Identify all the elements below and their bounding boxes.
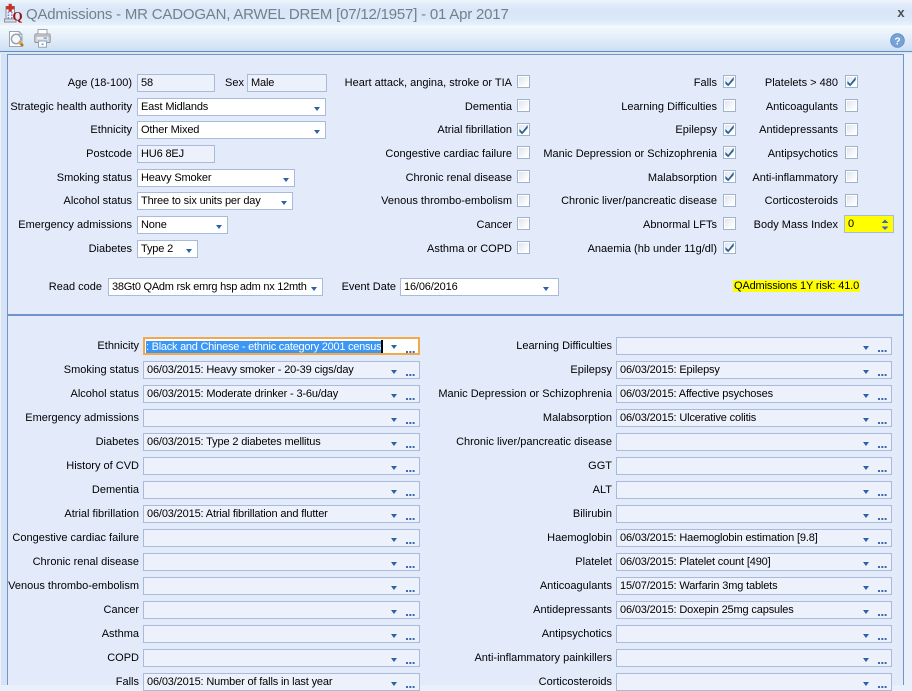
svg-text:?: ? <box>894 36 900 47</box>
svg-text:Q: Q <box>13 9 23 24</box>
